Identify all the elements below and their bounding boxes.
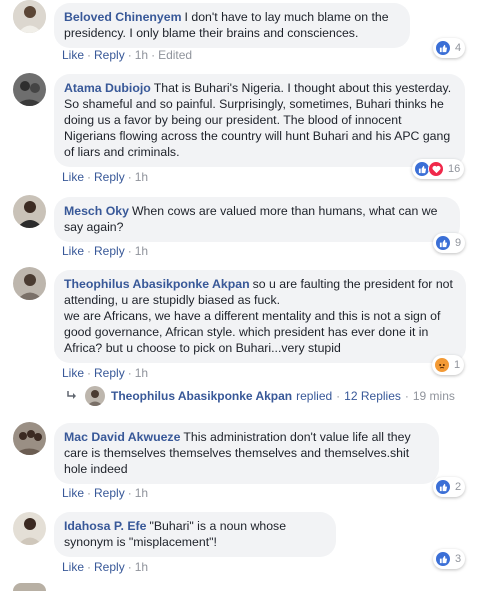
comment-time[interactable]: 1h [135, 366, 148, 380]
reaction-count: 2 [455, 481, 462, 493]
comment-actions: Like · Reply · 1h [62, 486, 149, 500]
avatar[interactable] [85, 386, 105, 406]
reaction-summary[interactable]: 2 [433, 477, 466, 497]
like-link[interactable]: Like [62, 170, 84, 184]
comment-time[interactable]: 1h [135, 244, 148, 258]
reaction-count: 4 [455, 42, 462, 54]
comment-actions: Like · Reply · 1h [62, 244, 149, 258]
like-link[interactable]: Like [62, 486, 84, 500]
reply-link[interactable]: Reply [94, 486, 125, 500]
comment-bubble: Beloved Chinenyem I don't have to lay muc… [54, 3, 410, 48]
comment-actions: Like · Reply · 1h [62, 560, 149, 574]
reaction-count: 1 [454, 359, 461, 371]
reaction-summary[interactable]: 9 [433, 233, 466, 253]
reaction-summary[interactable]: 16 [412, 159, 465, 179]
comment-actions: Like · Reply · 1h [62, 170, 149, 184]
avatar[interactable] [13, 583, 46, 591]
comment-bubble: Idahosa P. Efe "Buhari" is a noun whose s… [54, 512, 336, 557]
like-icon [435, 551, 451, 567]
like-icon [435, 40, 451, 56]
reaction-count: 3 [455, 553, 462, 565]
reaction-summary[interactable]: 4 [433, 38, 466, 58]
reply-link[interactable]: Reply [94, 560, 125, 574]
reply-count[interactable]: 12 Replies [344, 389, 401, 403]
comment-author[interactable]: Mac David Akwueze [64, 430, 180, 444]
avatar[interactable] [13, 0, 46, 33]
like-link[interactable]: Like [62, 560, 84, 574]
comment-actions: Like · Reply · 1h · Edited [62, 48, 193, 62]
love-icon [428, 161, 444, 177]
reply-link[interactable]: Reply [94, 366, 125, 380]
comment-time[interactable]: 1h [135, 170, 148, 184]
like-link[interactable]: Like [62, 366, 84, 380]
comment-bubble: Theophilus Abasikponke Akpan so u are fau… [54, 270, 466, 363]
like-icon [435, 235, 451, 251]
view-replies-link[interactable]: Theophilus Abasikponke Akpan replied · 1… [66, 386, 455, 406]
avatar[interactable] [13, 73, 46, 106]
edited-label[interactable]: Edited [158, 48, 192, 62]
reply-link[interactable]: Reply [94, 244, 125, 258]
comment-author[interactable]: Atama Dubiojo [64, 81, 151, 95]
reply-arrow-icon [66, 389, 77, 403]
reply-link[interactable]: Reply [94, 48, 125, 62]
comment-time[interactable]: 1h [135, 560, 148, 574]
comment-time[interactable]: 1h [135, 486, 148, 500]
reaction-summary[interactable]: 1 [432, 355, 465, 375]
comment-text: we are Africans, we have a different men… [64, 309, 441, 355]
avatar[interactable] [13, 422, 46, 455]
comment-author[interactable]: Theophilus Abasikponke Akpan [64, 277, 250, 291]
reply-time: 19 mins [412, 389, 455, 403]
avatar[interactable] [13, 512, 46, 545]
comment-bubble: Atama Dubiojo That is Buhari's Nigeria. I… [54, 74, 465, 167]
reply-link[interactable]: Reply [94, 170, 125, 184]
comment-actions: Like · Reply · 1h [62, 366, 149, 380]
reply-action-text: replied [296, 389, 333, 403]
reply-author[interactable]: Theophilus Abasikponke Akpan [111, 389, 292, 403]
comment-time[interactable]: 1h [135, 48, 148, 62]
comment-bubble: Mesch Oky When cows are valued more than … [54, 197, 460, 242]
comment-author[interactable]: Beloved Chinenyem [64, 10, 182, 24]
reaction-count: 9 [455, 237, 462, 249]
comment-author[interactable]: Mesch Oky [64, 204, 129, 218]
reaction-count: 16 [448, 163, 461, 175]
like-link[interactable]: Like [62, 48, 84, 62]
comment-author[interactable]: Idahosa P. Efe [64, 519, 146, 533]
reaction-summary[interactable]: 3 [433, 549, 466, 569]
avatar[interactable] [13, 195, 46, 228]
comment-bubble: Mac David Akwueze This administration don… [54, 423, 439, 484]
like-icon [435, 479, 451, 495]
like-link[interactable]: Like [62, 244, 84, 258]
angry-icon [434, 357, 450, 373]
avatar[interactable] [13, 267, 46, 300]
